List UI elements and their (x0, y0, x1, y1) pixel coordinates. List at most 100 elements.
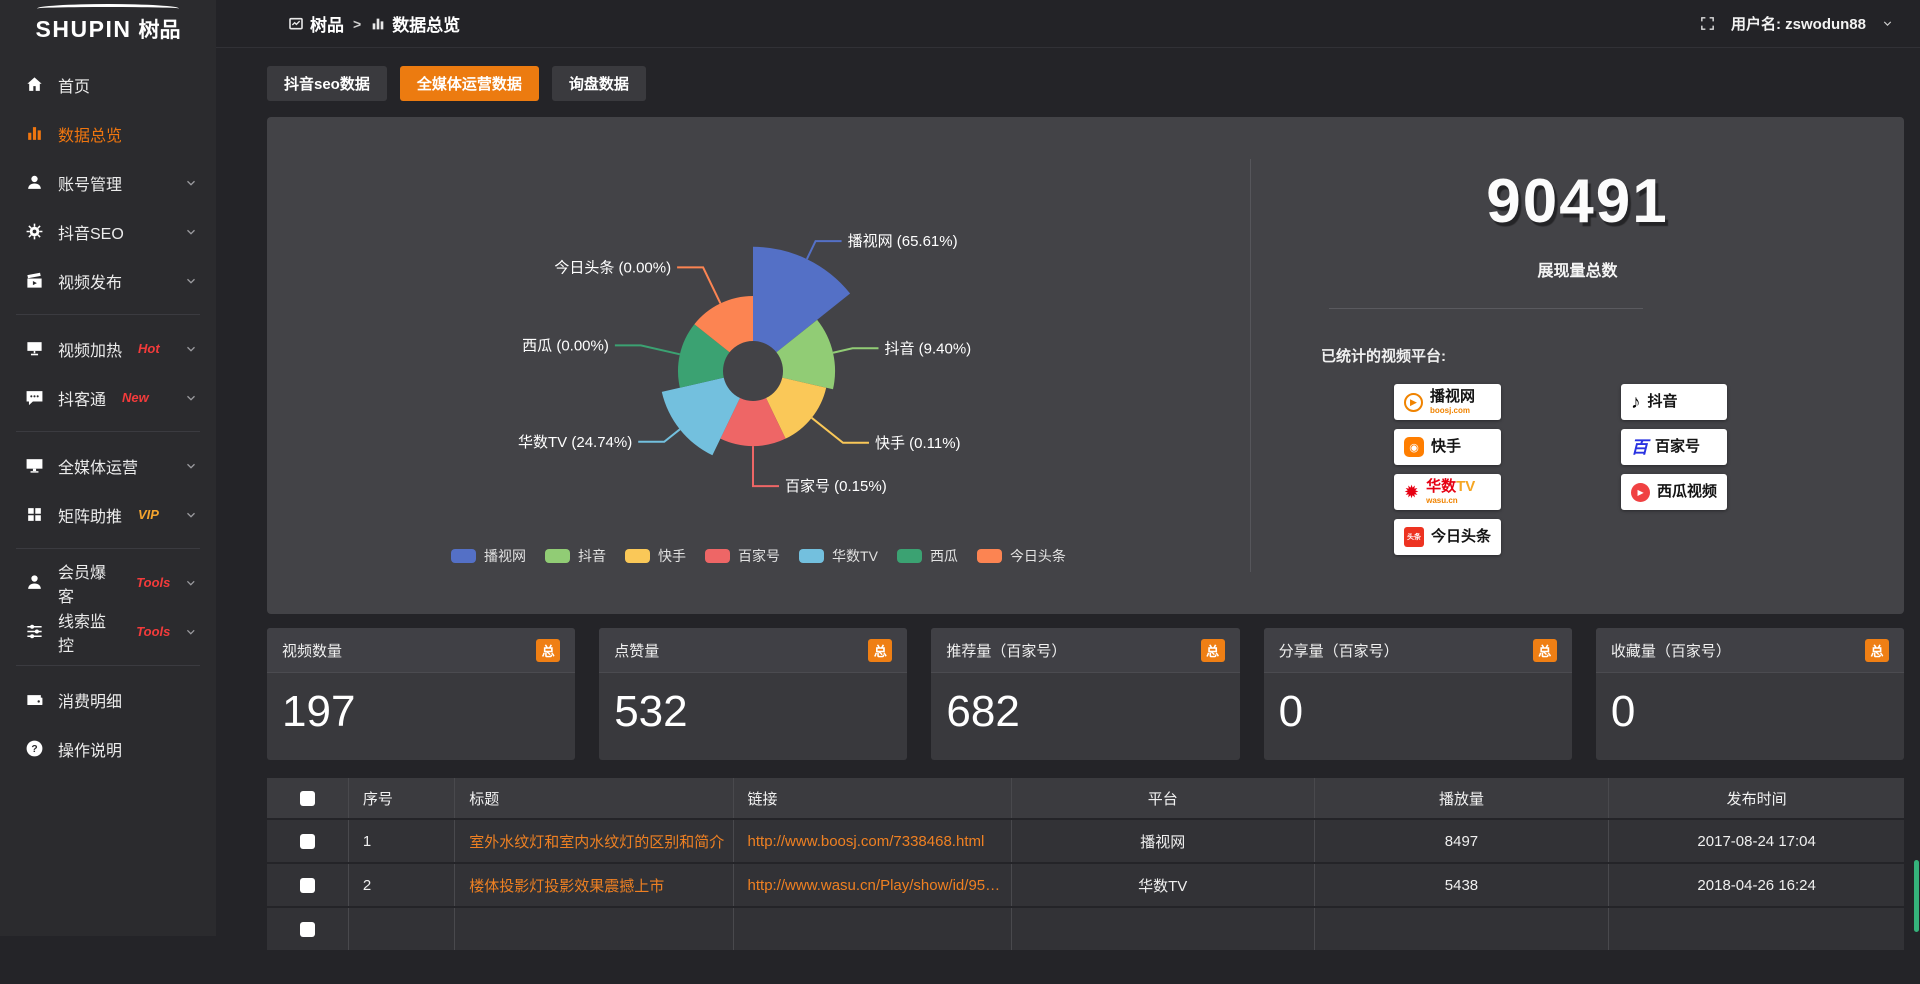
platform-name: 百家号 (1655, 439, 1700, 455)
total-badge: 总 (868, 639, 892, 662)
monitor-icon (25, 456, 44, 475)
cell-video-title[interactable]: 楼体投影灯投影效果震撼上市 (455, 864, 733, 906)
stat-card-title: 视频数量 (282, 640, 342, 661)
sidebar: 首页数据总览账号管理抖音SEO 视频发布视频加热Hot抖客通New 全媒体运营矩阵助… (0, 48, 216, 936)
breadcrumb-root[interactable]: 树品 (288, 11, 344, 36)
legend-item[interactable]: 西瓜 (897, 546, 958, 566)
sidebar-item[interactable]: ?操作说明 (0, 724, 216, 773)
row-checkbox[interactable] (300, 922, 315, 937)
table-row-partial (267, 908, 1904, 950)
stat-card: 点赞量 总 532 (599, 628, 907, 760)
data-tabs: 抖音seo数据全媒体运营数据询盘数据 (267, 66, 1904, 101)
stat-card: 分享量（百家号）总0 (1264, 628, 1572, 760)
chevron-down-icon (184, 459, 198, 473)
sidebar-item[interactable]: 抖客通New (0, 373, 216, 422)
douyin-logo-icon: ♪ (1631, 393, 1641, 412)
tab-active[interactable]: 全媒体运营数据 (400, 66, 539, 101)
tab-inactive[interactable]: 询盘数据 (552, 66, 646, 101)
platform-name: 快手 (1431, 439, 1461, 455)
platform-name: 抖音 (1648, 394, 1678, 410)
kuaishou-logo-icon: ◉ (1404, 437, 1424, 457)
sidebar-item-label: 抖音SEO (58, 220, 124, 244)
pie-label: 今日头条 (0.00%) (554, 259, 671, 276)
legend-item[interactable]: 华数TV (799, 546, 878, 566)
scrollbar-thumb[interactable] (1914, 860, 1919, 932)
select-all-checkbox[interactable] (300, 791, 315, 806)
sidebar-item[interactable]: 线索监控Tools (0, 607, 216, 656)
cell-video-link[interactable]: http://www.wasu.cn/Play/show/id/952... (734, 864, 1012, 906)
table-header-row: 序号标题链接平台播放量发布时间 (267, 778, 1904, 818)
screen-icon (25, 339, 44, 358)
sidebar-item[interactable]: 数据总览 (0, 109, 216, 158)
cell-video-title[interactable]: 室外水纹灯和室内水纹灯的区别和简介 (455, 820, 733, 862)
cell-index: 2 (349, 864, 455, 906)
svg-text:?: ? (31, 744, 37, 755)
pie-label: 快手 (0.11%) (875, 435, 961, 452)
sidebar-item[interactable]: 全媒体运营 (0, 441, 216, 490)
legend-item[interactable]: 今日头条 (977, 546, 1066, 566)
cell-views: 5438 (1315, 864, 1610, 906)
legend-item[interactable]: 播视网 (451, 546, 526, 566)
sidebar-item[interactable]: 抖音SEO (0, 207, 216, 256)
legend-item[interactable]: 百家号 (705, 546, 780, 566)
platform-name: 今日头条 (1431, 529, 1491, 545)
chevron-down-icon (184, 225, 198, 239)
sidebar-item[interactable]: 视频发布 (0, 256, 216, 305)
stat-card-value: 532 (599, 673, 907, 760)
pie-label: 百家号 (0.15%) (785, 478, 887, 495)
legend-swatch (897, 549, 922, 563)
xigua-logo-icon: ▶ (1631, 483, 1650, 502)
sidebar-item-label: 全媒体运营 (58, 454, 138, 478)
wasu-logo-icon: ✹ (1404, 483, 1419, 501)
legend-swatch (451, 549, 476, 563)
app-logo[interactable]: SHUPIN 树品 (0, 0, 216, 48)
platform-sub-label: boosj.com (1430, 407, 1475, 415)
sidebar-divider (16, 431, 200, 432)
platform-name: 华数TV (1426, 479, 1475, 495)
legend-label: 华数TV (832, 546, 878, 566)
column-header: 平台 (1012, 778, 1315, 818)
sidebar-item[interactable]: 首页 (0, 60, 216, 109)
sidebar-item[interactable]: 矩阵助推VIP (0, 490, 216, 539)
chevron-down-icon[interactable] (1881, 17, 1894, 30)
tab-inactive[interactable]: 抖音seo数据 (267, 66, 387, 101)
sidebar-item[interactable]: 会员爆客Tools (0, 558, 216, 607)
legend-label: 今日头条 (1010, 546, 1066, 566)
breadcrumb-current[interactable]: 数据总览 (370, 11, 460, 36)
column-header: 链接 (734, 778, 1012, 818)
platforms-label: 已统计的视频平台: (1321, 345, 1904, 366)
toutiao-logo-icon: 头条 (1404, 527, 1424, 547)
pie-label: 华数TV (24.74%) (518, 434, 632, 451)
chat-icon (25, 388, 44, 407)
gear-icon (25, 222, 44, 241)
sidebar-item[interactable]: 消费明细 (0, 675, 216, 724)
legend-item[interactable]: 抖音 (545, 546, 606, 566)
chevron-down-icon (184, 625, 198, 639)
platform-logo-grid: ▶播视网boosj.com◉快手✹华数TVwasu.cn头条今日头条♪抖音百百家… (1394, 384, 1904, 555)
user-icon (25, 173, 44, 192)
topbar: SHUPIN 树品 树品 > 数据总览 用户名: zswodun88 (0, 0, 1920, 48)
cell-video-link[interactable]: http://www.boosj.com/7338468.html (734, 820, 1012, 862)
sidebar-item[interactable]: 视频加热Hot (0, 324, 216, 373)
total-badge: 总 (1865, 639, 1889, 662)
pie-label: 播视网 (65.61%) (848, 233, 958, 250)
platform-sub-label: wasu.cn (1426, 497, 1475, 505)
fullscreen-icon[interactable] (1699, 15, 1716, 32)
stat-card-title: 点赞量 (614, 640, 659, 661)
stat-card-value: 0 (1264, 673, 1572, 760)
sidebar-item-label: 首页 (58, 73, 90, 97)
total-impressions-label: 展现量总数 (1251, 257, 1904, 281)
row-checkbox[interactable] (300, 878, 315, 893)
sidebar-item[interactable]: 账号管理 (0, 158, 216, 207)
legend-label: 抖音 (578, 546, 606, 566)
sidebar-item-label: 消费明细 (58, 688, 122, 712)
platform-name: 播视网 (1430, 389, 1475, 405)
pie-slice[interactable] (662, 378, 740, 456)
platform-logo-column: ♪抖音百百家号▶西瓜视频 (1621, 384, 1727, 510)
chevron-down-icon (184, 576, 198, 590)
legend-item[interactable]: 快手 (625, 546, 686, 566)
legend-swatch (705, 549, 730, 563)
cell-platform: 播视网 (1012, 820, 1315, 862)
row-checkbox[interactable] (300, 834, 315, 849)
breadcrumb-root-label: 树品 (310, 11, 344, 36)
